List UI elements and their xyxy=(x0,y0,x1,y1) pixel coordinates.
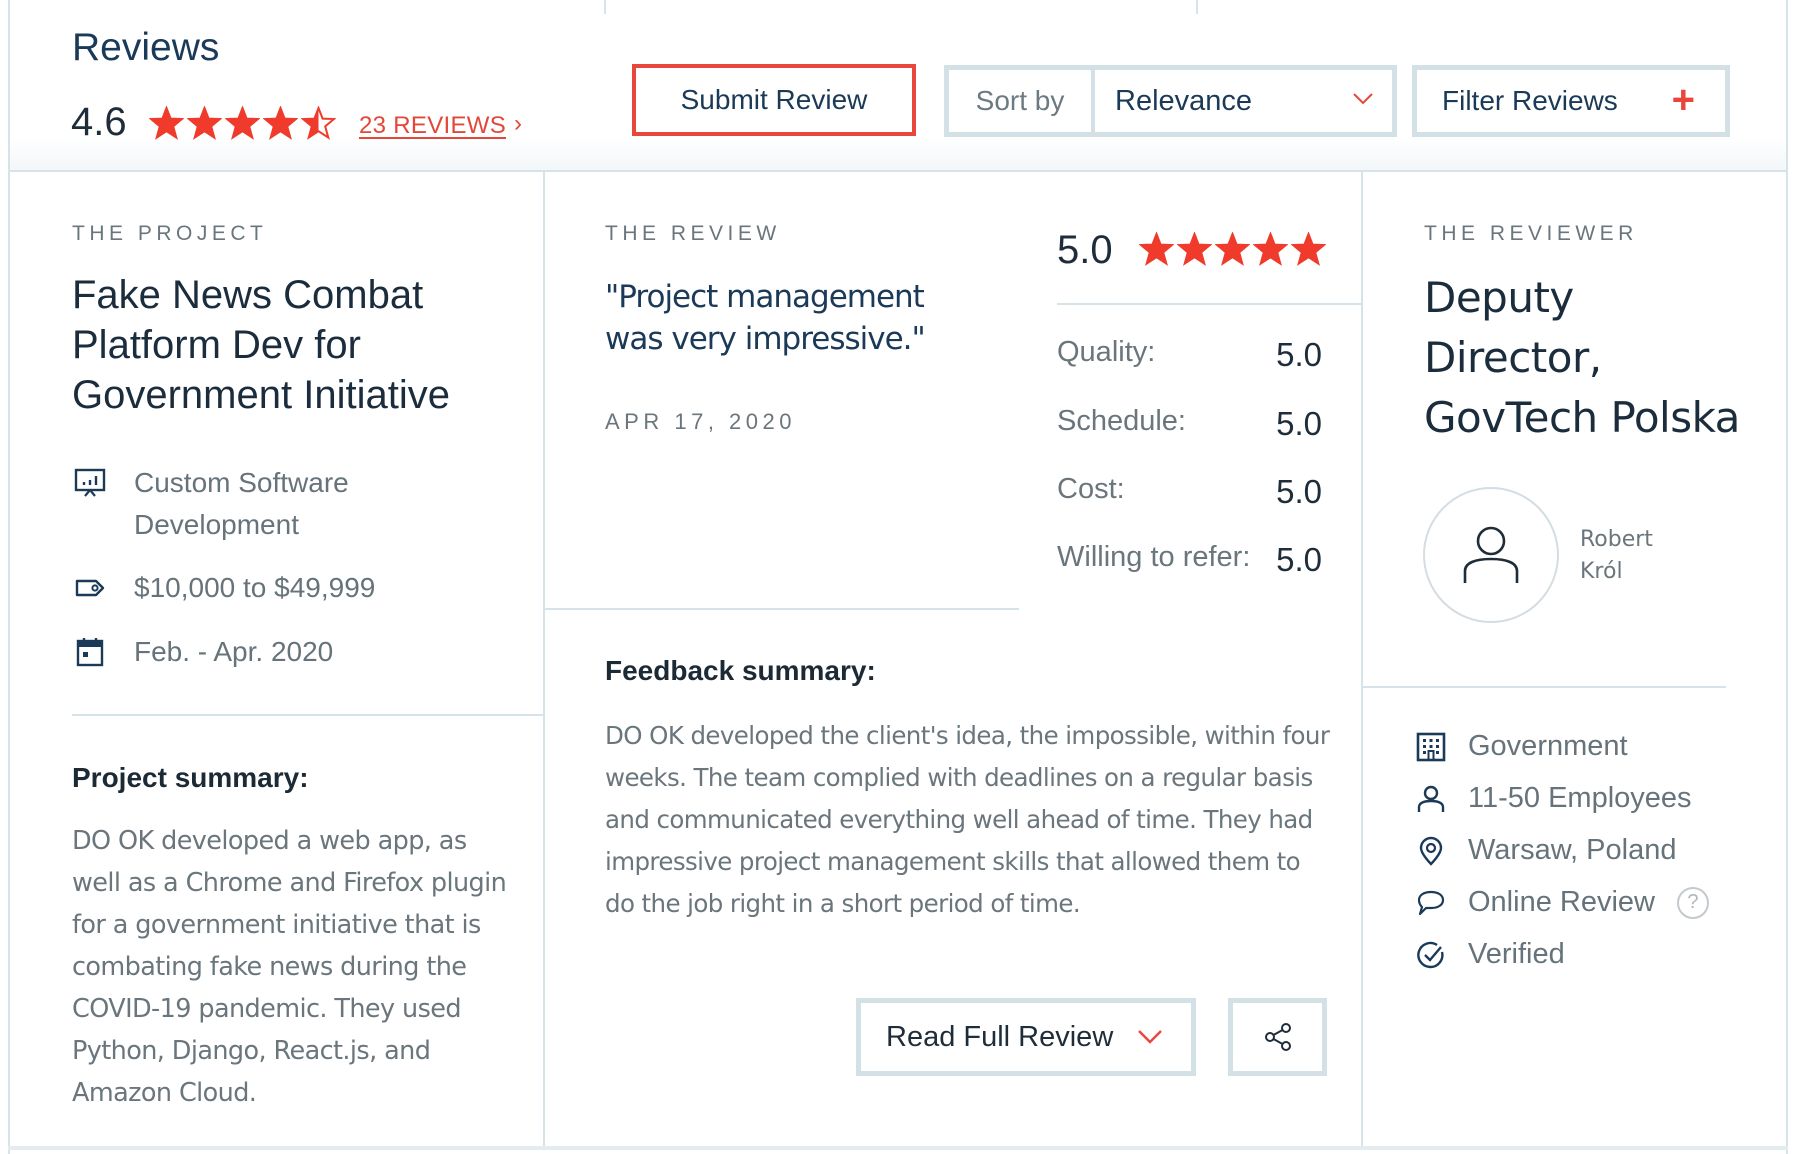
review-score: 5.0 xyxy=(1057,228,1113,272)
project-divider xyxy=(72,714,543,716)
rating-label: Quality: xyxy=(1057,336,1156,368)
star-full-icon xyxy=(225,106,260,140)
star-full-icon xyxy=(1139,232,1174,266)
feedback-summary-heading: Feedback summary: xyxy=(605,655,876,686)
sort-value: Relevance xyxy=(1115,84,1253,117)
speech-bubble-icon xyxy=(1417,890,1445,915)
reviews-count-link[interactable]: 23 REVIEWS xyxy=(359,112,506,140)
budget-text: $10,000 to $49,999 xyxy=(134,572,376,603)
chevron-right-icon[interactable]: › xyxy=(514,110,522,138)
company-size-text: 11-50 Employees xyxy=(1468,782,1692,814)
service-text: Custom Software Development xyxy=(134,467,349,540)
rating-row-schedule: Schedule: 5.0 xyxy=(1057,405,1322,443)
top-divider xyxy=(604,0,606,14)
verified-check-icon xyxy=(1417,941,1444,968)
presentation-chart-icon xyxy=(74,468,106,497)
chevron-down-icon xyxy=(1353,93,1373,105)
rating-label: Cost: xyxy=(1057,473,1125,505)
reviewer-divider xyxy=(1363,686,1726,688)
page-title: Reviews xyxy=(72,26,220,69)
rating-value: 5.0 xyxy=(1276,473,1322,510)
column-divider xyxy=(1361,171,1363,1146)
reviewer-last-name: Król xyxy=(1580,559,1623,584)
location-pin-icon xyxy=(1419,836,1443,866)
reviewer-company-size: 11-50 Employees xyxy=(1416,782,1692,815)
filter-reviews-button[interactable]: Filter Reviews + xyxy=(1412,65,1730,137)
filter-label: Filter Reviews xyxy=(1442,85,1618,116)
review-date: APR 17, 2020 xyxy=(605,409,796,434)
review-stars xyxy=(1139,232,1326,267)
rating-label: Schedule: xyxy=(1057,405,1186,437)
project-budget: $10,000 to $49,999 xyxy=(74,567,514,609)
section-label-project: THE PROJECT xyxy=(72,222,268,245)
section-label-review: THE REVIEW xyxy=(605,222,781,245)
rating-label: Willing to refer: xyxy=(1057,541,1251,573)
star-full-icon xyxy=(1253,232,1288,266)
sort-label: Sort by xyxy=(949,70,1095,132)
star-full-icon xyxy=(187,106,222,140)
top-divider xyxy=(1196,0,1198,14)
reviewer-name: Robert Król xyxy=(1580,524,1653,588)
chevron-down-icon xyxy=(1138,1030,1162,1044)
reviewer-review-type: Online Review ? xyxy=(1416,886,1709,919)
reviewer-verified: Verified xyxy=(1416,938,1565,971)
sort-dropdown[interactable]: Sort by Relevance xyxy=(944,65,1397,137)
location-text: Warsaw, Poland xyxy=(1468,834,1677,866)
rating-row-cost: Cost: 5.0 xyxy=(1057,473,1322,511)
star-full-icon xyxy=(1291,232,1326,266)
rating-row-willing-to-refer: Willing to refer: 5.0 xyxy=(1057,541,1322,579)
star-half-icon xyxy=(301,106,336,140)
overall-rating: 4.6 xyxy=(71,100,127,144)
verified-text: Verified xyxy=(1468,938,1565,970)
industry-text: Government xyxy=(1468,730,1628,762)
user-avatar-icon xyxy=(1463,526,1519,583)
feedback-summary-text: DO OK developed the client's idea, the i… xyxy=(605,721,1330,918)
project-service: Custom Software Development xyxy=(74,462,514,546)
reviewer-first-name: Robert xyxy=(1580,527,1653,552)
rating-value: 5.0 xyxy=(1276,541,1322,578)
star-full-icon xyxy=(1215,232,1250,266)
reviewer-industry: Government xyxy=(1416,730,1628,763)
share-icon xyxy=(1264,1023,1291,1051)
sort-select[interactable]: Relevance xyxy=(1095,70,1392,132)
project-title: Fake News Combat Platform Dev for Govern… xyxy=(72,273,450,417)
project-dates: Feb. - Apr. 2020 xyxy=(74,631,514,673)
plus-icon: + xyxy=(1671,78,1695,122)
rating-value: 5.0 xyxy=(1276,336,1322,373)
header-divider xyxy=(8,170,1788,172)
star-full-icon xyxy=(1177,232,1212,266)
page-border-left xyxy=(8,0,10,1154)
review-divider xyxy=(545,608,1019,610)
read-full-review-label: Read Full Review xyxy=(886,1020,1114,1053)
review-quote: "Project management was very impressive.… xyxy=(605,279,926,357)
rating-value: 5.0 xyxy=(1276,405,1322,442)
rating-row-quality: Quality: 5.0 xyxy=(1057,336,1322,374)
column-divider xyxy=(543,171,545,1146)
footer-divider xyxy=(8,1146,1788,1150)
score-divider xyxy=(1057,303,1361,305)
project-summary-heading: Project summary: xyxy=(72,762,309,793)
review-type-text: Online Review xyxy=(1468,886,1655,918)
page-border-right xyxy=(1786,0,1788,1154)
reviewer-title: Deputy Director, GovTech Polska xyxy=(1424,273,1740,442)
building-icon xyxy=(1416,732,1446,761)
avatar xyxy=(1423,487,1559,623)
submit-review-button[interactable]: Submit Review xyxy=(632,64,916,136)
section-label-reviewer: THE REVIEWER xyxy=(1424,222,1638,245)
share-button[interactable] xyxy=(1228,998,1327,1076)
reviewer-location: Warsaw, Poland xyxy=(1416,834,1676,867)
overall-stars xyxy=(149,106,336,141)
help-icon[interactable]: ? xyxy=(1676,886,1709,919)
star-full-icon xyxy=(263,106,298,140)
price-tag-icon xyxy=(75,579,105,597)
calendar-icon xyxy=(76,638,104,667)
project-summary-text: DO OK developed a web app, as well as a … xyxy=(72,826,507,1108)
read-full-review-button[interactable]: Read Full Review xyxy=(856,998,1196,1076)
user-icon xyxy=(1417,785,1445,812)
dates-text: Feb. - Apr. 2020 xyxy=(134,636,334,667)
star-full-icon xyxy=(149,106,184,140)
